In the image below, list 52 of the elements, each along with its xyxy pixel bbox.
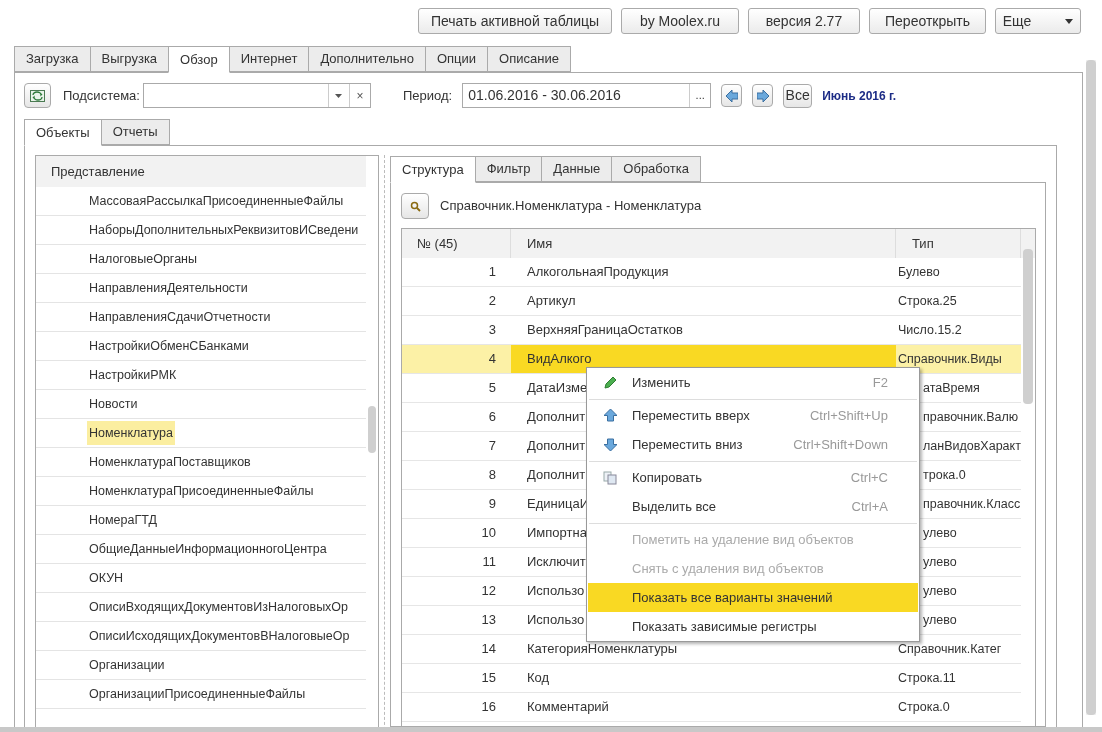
table-cell-text: Дополнит	[527, 408, 586, 427]
table-cell-text: ланВидовХаракт	[923, 437, 1021, 455]
table-cell-text: Код	[527, 669, 550, 688]
table-cell-text: 5	[488, 379, 496, 398]
column-header: Представление	[36, 156, 366, 187]
object-title: Справочник.Номенклатура - Номенклатура	[440, 197, 702, 216]
table-cell-text: 2	[488, 292, 496, 311]
table-cell-text: улево	[923, 553, 957, 571]
table-cell-text: ВерхняяГраницаОстатков	[527, 321, 683, 340]
table-cell-text: Дополнит	[527, 466, 586, 485]
table-cell-text: АлкогольнаяПродукция	[527, 263, 669, 282]
field-label: Подсистема:	[63, 86, 140, 105]
table-cell-text: Справочник.Виды	[898, 350, 1002, 368]
table-cell-text: Булево	[898, 263, 940, 281]
table-cell-text: 7	[488, 437, 496, 456]
table-cell-text: трока.0	[923, 466, 966, 484]
table-cell-text: 9	[488, 495, 496, 514]
table-cell-text: 13	[481, 611, 496, 630]
table-cell-text: Строка.11	[898, 669, 956, 687]
table-cell-text: 11	[482, 553, 496, 572]
table-cell-text: улево	[923, 524, 957, 542]
table-cell-text: Число.15.2	[898, 321, 962, 339]
period-title: Июнь 2016 г.	[822, 87, 897, 105]
table-cell-text: 4	[488, 350, 496, 369]
table-cell-text: Исключит	[527, 553, 586, 572]
table-cell-text: атаВремя	[923, 379, 980, 397]
table-cell-text: Использо	[527, 582, 585, 601]
table-cell-text: Справочник.Катег	[898, 640, 1002, 658]
table-cell-text: 14	[481, 640, 496, 659]
table-cell-text: улево	[923, 582, 957, 600]
table-cell-text: Дополнит	[527, 437, 586, 456]
table-cell-text: ДатаИзме	[527, 379, 588, 398]
table-cell-text: правочник.Валю	[923, 408, 1019, 426]
table-cell-text: 8	[488, 466, 496, 485]
table-cell-text: 10	[481, 524, 496, 543]
table-cell-text: правочник.Класс	[923, 495, 1021, 513]
table-cell-text: Строка.25	[898, 292, 957, 310]
table-cell-text: Комментарий	[527, 698, 609, 717]
table-cell-text: Использо	[527, 611, 585, 630]
table-cell-text: улево	[923, 611, 957, 629]
table-cell-text: Артикул	[527, 292, 576, 311]
table-cell-text: 1	[488, 263, 496, 282]
table-cell-text: 16	[481, 698, 496, 717]
table-cell-text: 6	[488, 408, 496, 427]
table-cell-text: Импортна	[527, 524, 587, 543]
table-cell-text: 3	[488, 321, 496, 340]
table-cell-text: Строка.0	[898, 698, 950, 716]
table-cell-text: ВидАлкого	[527, 350, 592, 369]
table-cell-text: КатегорияНоменклатуры	[527, 640, 678, 659]
field-label: Период:	[402, 86, 453, 105]
table-cell-text: 15	[481, 669, 496, 688]
table-cell-text: 12	[481, 582, 496, 601]
